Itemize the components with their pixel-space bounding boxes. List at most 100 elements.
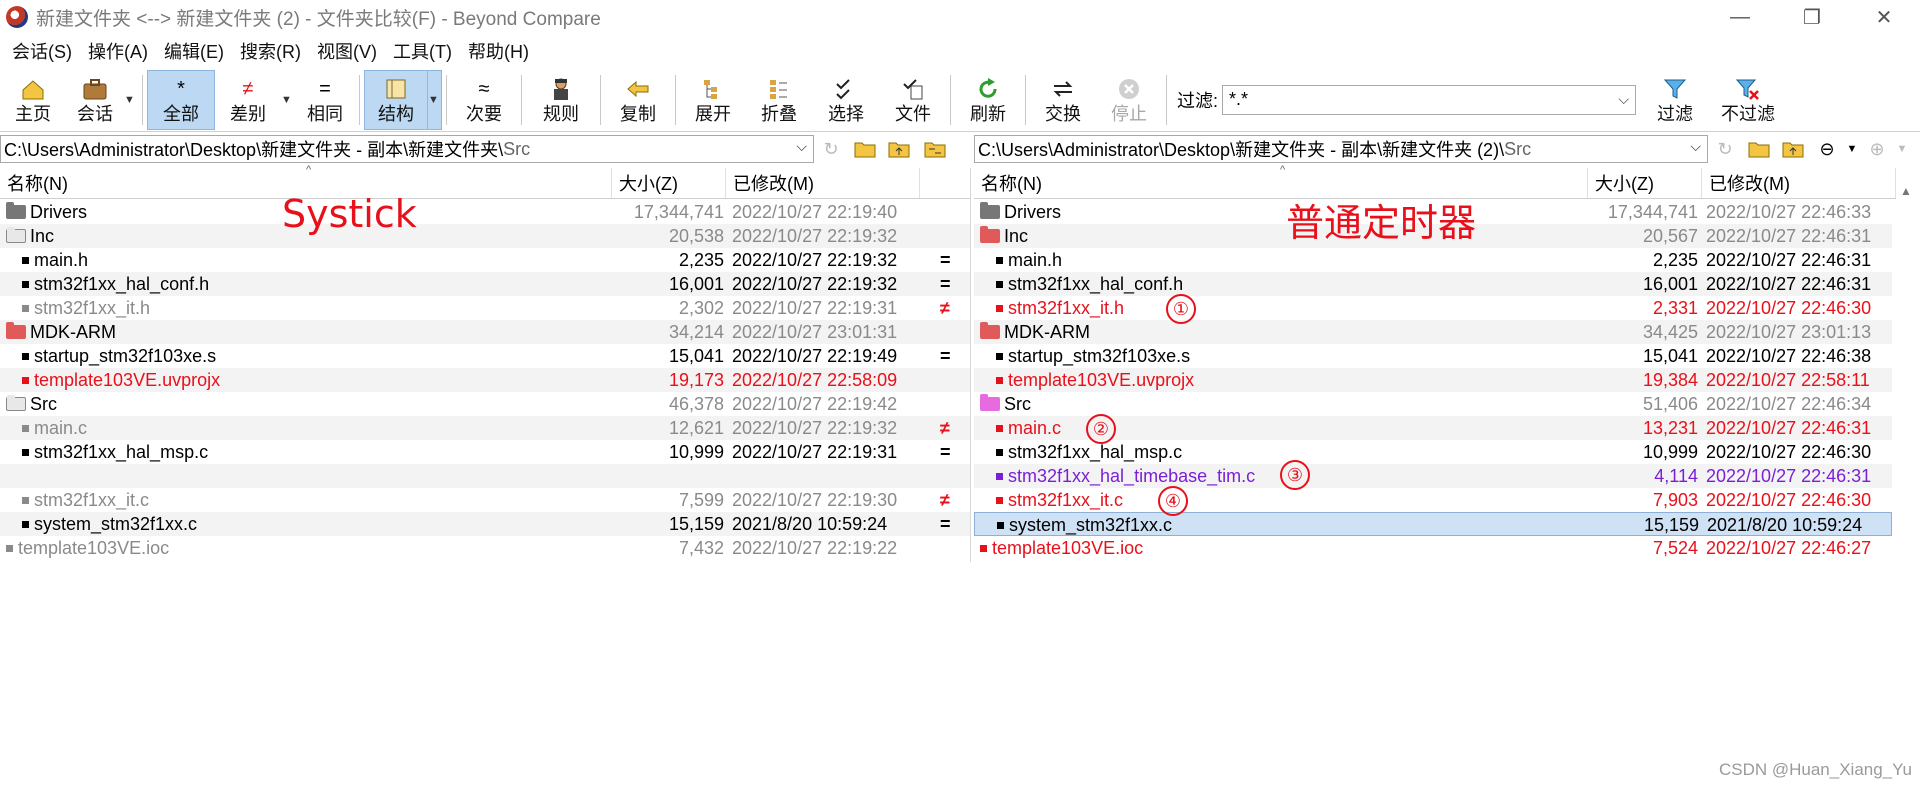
home-button[interactable]: 主页 [0, 70, 66, 130]
expand-button[interactable]: 展开 [680, 70, 746, 130]
file-icon [22, 449, 29, 456]
back-icon[interactable]: ⊖ [1810, 135, 1844, 163]
right-col-modified[interactable]: 已修改(M) [1702, 168, 1896, 198]
file-row[interactable]: main.h 2,235 2022/10/27 22:46:31 [974, 248, 1892, 272]
minor-label: 次要 [466, 103, 502, 124]
file-modified: 2022/10/27 22:19:30 [732, 490, 898, 510]
chevron-down-icon[interactable]: ⌵ [1690, 138, 1701, 155]
refresh-button[interactable]: 刷新 [955, 70, 1021, 130]
left-col-modified[interactable]: 已修改(M) [726, 168, 920, 198]
back-dropdown-icon[interactable]: ▼ [1844, 135, 1860, 163]
structure-dropdown-icon[interactable]: ▼ [428, 69, 442, 130]
file-row[interactable] [0, 464, 970, 488]
file-row[interactable]: template103VE.uvprojx 19,384 2022/10/27 22… [974, 368, 1892, 392]
menu-actions[interactable]: 操作(A) [80, 38, 156, 64]
structure-button[interactable]: 结构 [364, 69, 428, 130]
file-icon [996, 257, 1003, 264]
file-row[interactable]: template103VE.ioc 7,432 2022/10/27 22:19:2… [0, 536, 970, 560]
left-path-input[interactable]: C:\Users\Administrator\Desktop\新建文件夹 - 副… [0, 135, 814, 163]
session-button[interactable]: 会话 [66, 70, 124, 130]
folder-row[interactable]: Drivers 17,344,741 2022/10/27 22:19:40 [0, 200, 970, 224]
copy-button[interactable]: 复制 [605, 70, 671, 130]
menu-view[interactable]: 视图(V) [309, 38, 385, 64]
swap-button[interactable]: 交换 [1030, 70, 1096, 130]
forward-icon[interactable]: ⊕ [1860, 135, 1894, 163]
asterisk-icon: * [177, 77, 185, 100]
menu-tools[interactable]: 工具(T) [385, 38, 460, 64]
history-icon[interactable]: ↻ [814, 135, 848, 163]
file-size: 15,041 [668, 346, 724, 366]
header-divider [0, 198, 970, 199]
scroll-up-arrow-icon[interactable]: ▲ [1892, 168, 1920, 198]
file-row[interactable]: main.h 2,235 2022/10/27 22:19:32 [0, 248, 970, 272]
file-row[interactable]: template103VE.uvprojx 19,173 2022/10/27 22… [0, 368, 970, 392]
file-row[interactable]: template103VE.ioc 7,524 2022/10/27 22:46:2… [974, 536, 1892, 560]
file-row[interactable]: stm32f1xx_hal_conf.h 16,001 2022/10/27 22:… [0, 272, 970, 296]
diffs-dropdown-icon[interactable]: ▼ [281, 70, 295, 130]
forward-dropdown-icon[interactable]: ▼ [1894, 135, 1910, 163]
structure-label: 结构 [378, 103, 414, 124]
show-diffs-button[interactable]: ≠ 差别 [215, 70, 281, 130]
file-name: MDK-ARM [1004, 322, 1090, 342]
file-row[interactable]: stm32f1xx_hal_msp.c 10,999 2022/10/27 22:1… [0, 440, 970, 464]
file-name: Drivers [30, 202, 87, 222]
folder-row[interactable]: Src 46,378 2022/10/27 22:19:42 [0, 392, 970, 416]
swap-folders-icon[interactable] [918, 135, 952, 163]
file-row[interactable]: startup_stm32f103xe.s 15,041 2022/10/27 22… [974, 344, 1892, 368]
filter-input[interactable]: *.* ⌵ [1222, 84, 1637, 115]
filters-button[interactable]: 过滤 [1642, 70, 1708, 130]
parent-folder-icon[interactable] [1776, 135, 1810, 163]
file-row[interactable]: system_stm32f1xx.c 15,159 2021/8/20 10:59:… [974, 512, 1892, 536]
show-all-button[interactable]: * 全部 [147, 69, 215, 130]
file-size: 20,567 [1642, 226, 1698, 246]
collapse-button[interactable]: 折叠 [746, 70, 812, 130]
file-row[interactable]: system_stm32f1xx.c 15,159 2021/8/20 10:59:… [0, 512, 970, 536]
file-name-cell: Drivers [6, 200, 87, 224]
file-row[interactable]: main.c 12,621 2022/10/27 22:19:32 [0, 416, 970, 440]
restore-button[interactable]: ❐ [1776, 0, 1848, 34]
menu-session[interactable]: 会话(S) [4, 38, 80, 64]
menu-help[interactable]: 帮助(H) [460, 38, 537, 64]
file-row[interactable]: stm32f1xx_it.c 7,599 2022/10/27 22:19:30 [0, 488, 970, 512]
folder-row[interactable]: Src 51,406 2022/10/27 22:46:34 [974, 392, 1892, 416]
show-same-button[interactable]: = 相同 [295, 70, 355, 130]
menu-edit[interactable]: 编辑(E) [156, 38, 232, 64]
file-row[interactable]: stm32f1xx_it.c 7,903 2022/10/27 22:46:30 [974, 488, 1892, 512]
select-button[interactable]: 选择 [812, 70, 880, 130]
chevron-down-icon[interactable]: ⌵ [796, 138, 807, 155]
folder-row[interactable]: MDK-ARM 34,425 2022/10/27 23:01:13 [974, 320, 1892, 344]
no-filters-button[interactable]: 不过滤 [1708, 70, 1788, 130]
stop-button[interactable]: 停止 [1096, 70, 1162, 130]
browse-folder-icon[interactable] [848, 135, 882, 163]
filter-label: 过滤: [1177, 90, 1219, 111]
file-row[interactable]: stm32f1xx_hal_msp.c 10,999 2022/10/27 22:4… [974, 440, 1892, 464]
folder-row[interactable]: Inc 20,538 2022/10/27 22:19:32 [0, 224, 970, 248]
toolbar-separator [142, 74, 143, 125]
browse-folder-icon[interactable] [1742, 135, 1776, 163]
minimize-button[interactable]: — [1704, 0, 1776, 34]
select-label: 选择 [828, 103, 864, 124]
folder-row[interactable]: MDK-ARM 34,214 2022/10/27 23:01:31 [0, 320, 970, 344]
right-path-input[interactable]: C:\Users\Administrator\Desktop\新建文件夹 - 副… [974, 135, 1708, 163]
left-col-size[interactable]: 大小(Z) [612, 168, 726, 198]
files-button[interactable]: 文件 [880, 70, 946, 130]
file-row[interactable]: stm32f1xx_hal_timebase_tim.c 4,114 2022/10… [974, 464, 1892, 488]
file-row[interactable]: stm32f1xx_it.h 2,331 2022/10/27 22:46:30 [974, 296, 1892, 320]
file-modified: 2022/10/27 22:58:11 [1706, 370, 1870, 390]
right-col-size[interactable]: 大小(Z) [1588, 168, 1702, 198]
close-button[interactable]: ✕ [1848, 0, 1920, 34]
minor-button[interactable]: ≈ 次要 [451, 70, 517, 130]
chevron-down-icon[interactable]: ⌵ [1618, 91, 1629, 108]
right-col-name[interactable]: 名称(N) ^ [974, 164, 1588, 198]
session-dropdown-icon[interactable]: ▼ [124, 70, 138, 130]
window-title: 新建文件夹 <--> 新建文件夹 (2) - 文件夹比较(F) - Beyond… [36, 8, 601, 30]
file-row[interactable]: startup_stm32f103xe.s 15,041 2022/10/27 22… [0, 344, 970, 368]
menu-search[interactable]: 搜索(R) [232, 38, 309, 64]
file-row[interactable]: stm32f1xx_it.h 2,302 2022/10/27 22:19:31 [0, 296, 970, 320]
parent-folder-icon[interactable] [882, 135, 916, 163]
file-size: 34,425 [1642, 322, 1698, 342]
rules-button[interactable]: 规则 [526, 70, 596, 130]
file-row[interactable]: stm32f1xx_hal_conf.h 16,001 2022/10/27 22:… [974, 272, 1892, 296]
file-name: startup_stm32f103xe.s [34, 346, 217, 366]
history-icon[interactable]: ↻ [1708, 135, 1742, 163]
